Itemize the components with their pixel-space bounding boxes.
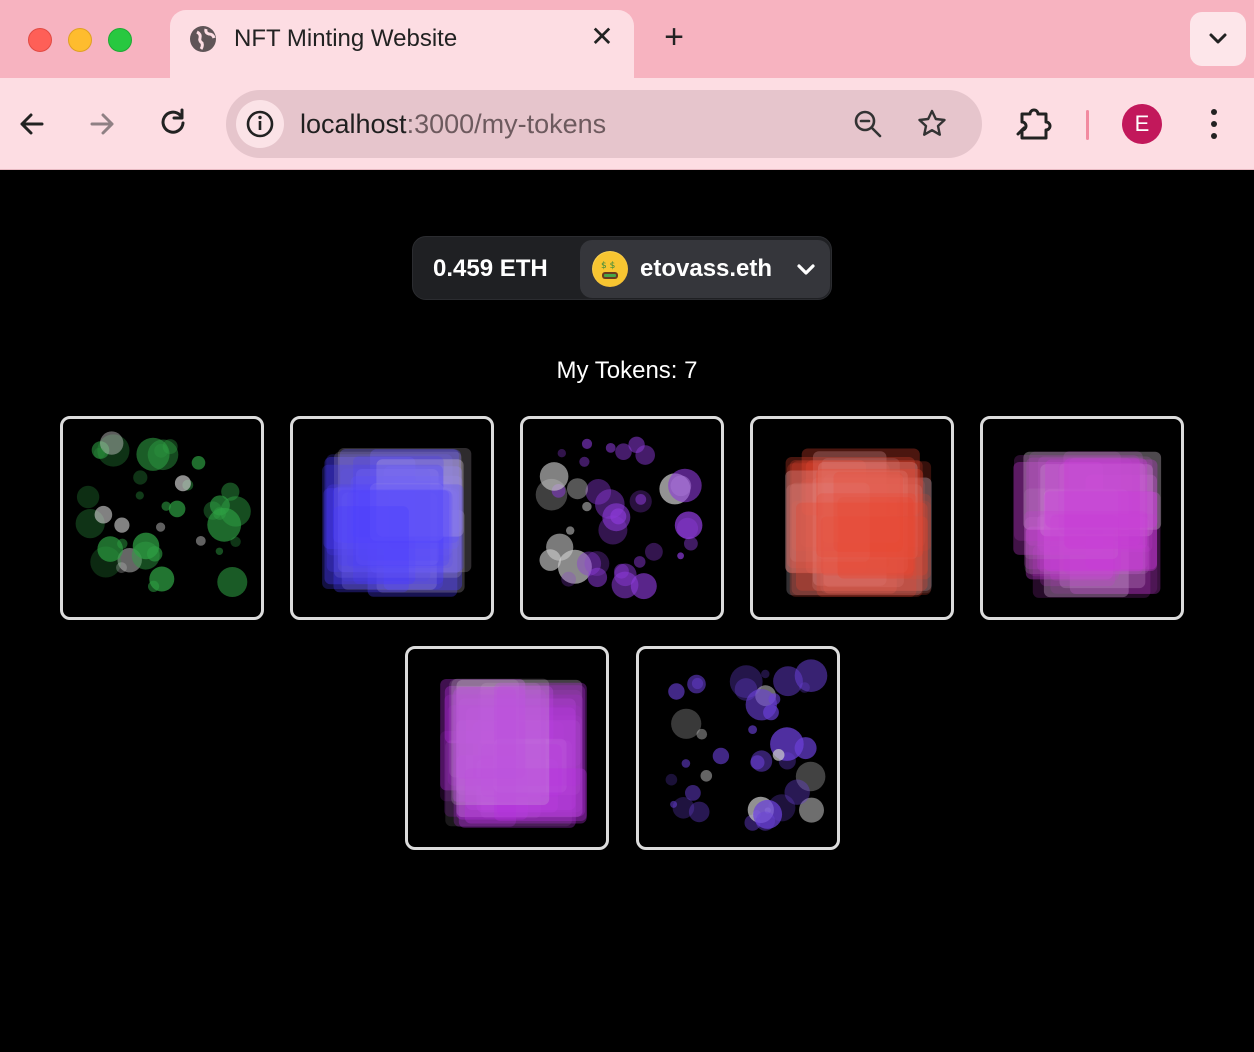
tab-bar: NFT Minting Website ✕ + <box>0 0 1254 78</box>
token-art <box>75 431 251 597</box>
forward-arrow-icon[interactable] <box>84 106 120 142</box>
zoom-icon[interactable] <box>852 108 884 140</box>
close-window-button[interactable] <box>28 28 52 52</box>
extensions-icon[interactable] <box>1014 104 1054 144</box>
minimize-window-button[interactable] <box>68 28 92 52</box>
token-art <box>440 678 587 828</box>
new-tab-button[interactable]: + <box>656 20 692 56</box>
site-info-icon <box>246 110 274 138</box>
token-art <box>535 436 703 600</box>
maximize-window-button[interactable] <box>108 28 132 52</box>
tokens-heading: My Tokens: 7 <box>556 357 698 384</box>
token-card[interactable] <box>520 416 724 620</box>
token-art <box>322 448 472 597</box>
profile-avatar[interactable]: E <box>1122 104 1162 144</box>
token-art <box>785 448 932 597</box>
token-art <box>1013 451 1162 598</box>
tab-close-button[interactable]: ✕ <box>588 22 616 52</box>
chevron-down-icon <box>1209 33 1227 44</box>
token-card[interactable] <box>290 416 494 620</box>
ens-name: etovass.eth <box>640 255 773 282</box>
chevron-down-icon <box>797 264 815 275</box>
account-button[interactable]: $ $ etovass.eth <box>580 240 830 298</box>
token-card[interactable] <box>636 646 840 850</box>
toolbar-divider <box>1086 110 1089 140</box>
kebab-menu-icon[interactable] <box>1200 104 1228 144</box>
token-card[interactable] <box>980 416 1184 620</box>
globe-icon <box>190 26 216 52</box>
token-card[interactable] <box>60 416 264 620</box>
money-mouth-emoji-icon: $ $ <box>592 251 628 287</box>
svg-text:$ $: $ $ <box>601 261 615 271</box>
back-arrow-icon[interactable] <box>14 106 50 142</box>
tab-search-button[interactable] <box>1190 12 1246 66</box>
address-bar[interactable]: localhost:3000/my-tokens <box>226 90 982 158</box>
tab-title: NFT Minting Website <box>234 25 458 52</box>
token-card[interactable] <box>405 646 609 850</box>
site-info-button[interactable] <box>236 100 284 148</box>
bookmark-star-icon[interactable] <box>916 108 948 140</box>
token-art <box>665 659 828 831</box>
browser-toolbar: localhost:3000/my-tokens <box>0 78 1254 170</box>
eth-balance: 0.459 ETH <box>433 255 548 282</box>
reload-icon[interactable] <box>156 106 192 142</box>
url-text[interactable]: localhost:3000/my-tokens <box>300 108 606 140</box>
tab-active[interactable]: NFT Minting Website ✕ <box>170 10 634 78</box>
wallet-connect-widget[interactable]: 0.459 ETH $ $ etovass.eth <box>412 236 832 300</box>
token-card[interactable] <box>750 416 954 620</box>
